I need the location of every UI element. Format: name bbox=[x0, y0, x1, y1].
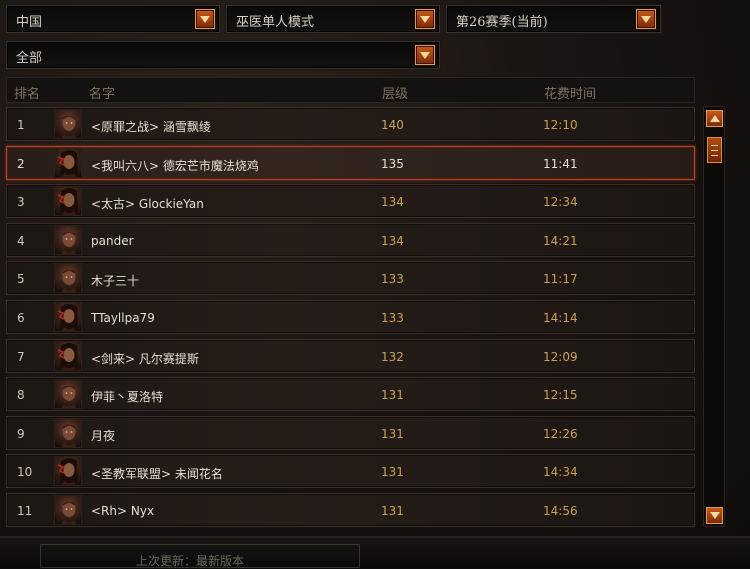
footer-bar: 上次更新：最新版本 bbox=[0, 536, 750, 568]
table-row[interactable]: 9 月夜 131 12:26 bbox=[6, 415, 695, 450]
player-name: <圣教军联盟> 未闻花名 bbox=[91, 467, 223, 482]
player-name: pander bbox=[91, 233, 134, 248]
witch-doctor-portrait-icon bbox=[54, 147, 82, 178]
mode-dropdown[interactable]: 巫医单人模式 bbox=[226, 5, 440, 33]
witch-doctor-portrait-icon bbox=[54, 494, 82, 525]
time-cell: 12:10 bbox=[543, 118, 578, 132]
table-row[interactable]: 1 <原罪之战> 涵雪飘绫 140 12:10 bbox=[6, 107, 695, 141]
rank-cell: 6 bbox=[17, 310, 25, 325]
chevron-down-icon[interactable] bbox=[415, 9, 435, 29]
table-row[interactable]: 3 <太古> GlockieYan 134 12:34 bbox=[6, 184, 695, 219]
column-time[interactable]: 花费时间 bbox=[544, 83, 596, 102]
category-dropdown[interactable]: 全部 bbox=[6, 41, 440, 69]
table-header: 排名 名字 层级 花费时间 bbox=[6, 77, 695, 103]
leaderboard-window: 中国 巫医单人模式 第26赛季(当前) 全部 排名 名字 层级 花费时间 1 <原… bbox=[0, 0, 750, 568]
last-update-text: 上次更新：最新版本 bbox=[136, 554, 245, 568]
rank-cell: 11 bbox=[17, 503, 33, 518]
tier-cell: 132 bbox=[381, 349, 404, 364]
witch-doctor-portrait-icon bbox=[54, 301, 82, 332]
scroll-down-button[interactable] bbox=[706, 507, 723, 524]
time-cell: 12:34 bbox=[543, 195, 578, 210]
time-cell: 12:26 bbox=[543, 426, 578, 441]
time-cell: 14:14 bbox=[543, 310, 578, 325]
chevron-down-icon[interactable] bbox=[636, 9, 656, 29]
table-row[interactable]: 2 <我叫六八> 德宏芒市魔法烧鸡 135 11:41 bbox=[6, 145, 695, 180]
tier-cell: 135 bbox=[381, 156, 404, 171]
witch-doctor-portrait-icon bbox=[54, 340, 82, 371]
chevron-down-icon[interactable] bbox=[195, 9, 215, 29]
tier-cell: 134 bbox=[381, 233, 404, 248]
time-cell: 11:17 bbox=[543, 272, 578, 287]
table-row[interactable]: 10 <圣教军联盟> 未闻花名 131 14:34 bbox=[6, 454, 695, 489]
tier-cell: 133 bbox=[381, 272, 404, 287]
table-row[interactable]: 7 <剑来> 凡尔赛提斯 132 12:09 bbox=[6, 338, 695, 373]
tier-cell: 131 bbox=[381, 388, 404, 403]
tier-cell: 131 bbox=[381, 465, 404, 480]
time-cell: 12:09 bbox=[543, 349, 578, 364]
rank-cell: 8 bbox=[17, 388, 25, 403]
time-cell: 14:56 bbox=[543, 503, 578, 518]
season-dropdown[interactable]: 第26赛季(当前) bbox=[446, 5, 661, 33]
player-name: <太古> GlockieYan bbox=[91, 197, 204, 212]
witch-doctor-portrait-icon bbox=[54, 456, 82, 487]
player-name: <Rh> Nyx bbox=[91, 503, 155, 518]
scrollbar[interactable] bbox=[703, 106, 725, 527]
player-name: 月夜 bbox=[91, 428, 116, 443]
player-name: <剑来> 凡尔赛提斯 bbox=[91, 351, 199, 366]
time-cell: 12:15 bbox=[543, 388, 578, 403]
column-name[interactable]: 名字 bbox=[89, 83, 115, 102]
rank-cell: 3 bbox=[17, 195, 25, 210]
time-cell: 11:41 bbox=[543, 156, 578, 171]
time-cell: 14:34 bbox=[543, 465, 578, 480]
witch-doctor-portrait-icon bbox=[54, 379, 82, 410]
table-row[interactable]: 11 <Rh> Nyx 131 14:56 bbox=[6, 492, 695, 527]
rank-cell: 1 bbox=[17, 118, 25, 132]
witch-doctor-portrait-icon bbox=[54, 186, 82, 217]
rank-cell: 2 bbox=[17, 156, 25, 171]
time-cell: 14:21 bbox=[543, 233, 578, 248]
scroll-thumb[interactable] bbox=[707, 137, 722, 163]
tier-cell: 133 bbox=[381, 310, 404, 325]
player-name: <原罪之战> 涵雪飘绫 bbox=[91, 120, 211, 134]
player-name: <我叫六八> 德宏芒市魔法烧鸡 bbox=[91, 158, 259, 173]
table-row[interactable]: 8 伊菲丶夏洛特 131 12:15 bbox=[6, 377, 695, 412]
rank-cell: 7 bbox=[17, 349, 25, 364]
leaderboard-list: 1 <原罪之战> 涵雪飘绫 140 12:10 2 <我叫六八> 德宏芒市魔法烧鸡 135 1… bbox=[6, 107, 695, 532]
tier-cell: 134 bbox=[381, 195, 404, 210]
rank-cell: 4 bbox=[17, 233, 25, 248]
category-value: 全部 bbox=[16, 51, 43, 66]
region-dropdown[interactable]: 中国 bbox=[6, 5, 220, 33]
column-tier[interactable]: 层级 bbox=[382, 83, 408, 102]
witch-doctor-portrait-icon bbox=[54, 224, 82, 255]
player-name: TTayllpa79 bbox=[91, 310, 155, 325]
rank-cell: 9 bbox=[17, 426, 25, 441]
witch-doctor-portrait-icon bbox=[54, 109, 82, 139]
chevron-down-icon[interactable] bbox=[415, 45, 435, 65]
tier-cell: 140 bbox=[381, 118, 404, 132]
table-row[interactable]: 6 TTayllpa79 133 14:14 bbox=[6, 299, 695, 334]
player-name: 伊菲丶夏洛特 bbox=[91, 390, 164, 405]
table-row[interactable]: 4 pander 134 14:21 bbox=[6, 222, 695, 257]
tier-cell: 131 bbox=[381, 503, 404, 518]
column-rank[interactable]: 排名 bbox=[14, 83, 40, 102]
player-name: 木子三十 bbox=[91, 274, 140, 289]
table-row[interactable]: 5 木子三十 133 11:17 bbox=[6, 261, 695, 296]
rank-cell: 10 bbox=[17, 465, 33, 480]
mode-value: 巫医单人模式 bbox=[236, 15, 315, 30]
region-value: 中国 bbox=[16, 15, 43, 30]
season-value: 第26赛季(当前) bbox=[456, 15, 548, 30]
witch-doctor-portrait-icon bbox=[54, 263, 82, 294]
rank-cell: 5 bbox=[17, 272, 25, 287]
scroll-up-button[interactable] bbox=[706, 110, 723, 127]
tier-cell: 131 bbox=[381, 426, 404, 441]
witch-doctor-portrait-icon bbox=[54, 417, 82, 448]
